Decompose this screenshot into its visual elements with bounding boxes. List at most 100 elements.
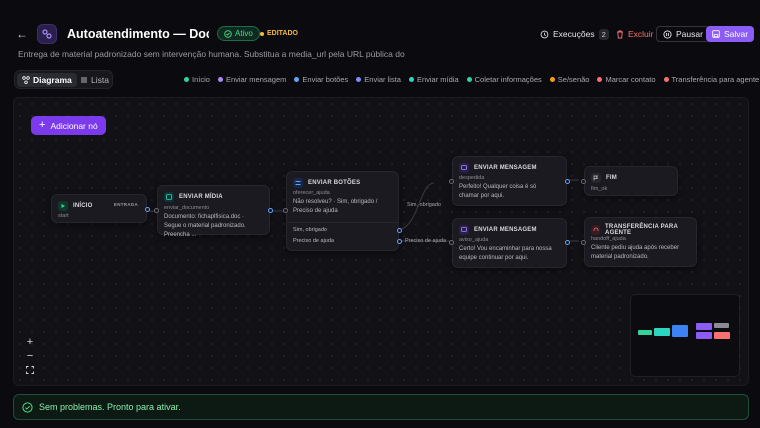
node-send-message-goodbye[interactable]: ENVIAR MENSAGEM despedida Perfeito! Qual… [449, 156, 570, 206]
page-title: Autoatendimento — Documer [67, 27, 209, 41]
legend-item: Coletar informações [466, 75, 542, 84]
legend-item: Enviar mídia [408, 75, 459, 84]
tab-list[interactable]: Lista [75, 73, 114, 87]
image-icon [164, 192, 174, 202]
minimap[interactable] [630, 294, 740, 377]
node-send-buttons-id: oferecer_ajuda [293, 190, 330, 196]
legend-label: Marcar contato [605, 75, 656, 84]
node-start-id: start [58, 213, 69, 219]
node-msg1-text: Perfeito! Qualquer coisa é só chamar por… [459, 184, 537, 199]
node-start-title: INÍCIO [73, 203, 93, 209]
legend-dot-icon [597, 77, 603, 82]
legend-label: Coletar informações [474, 75, 542, 84]
minimap-node-start [638, 330, 652, 335]
legend-item: Marcar contato [597, 75, 656, 84]
node-send-buttons-divider [287, 222, 398, 223]
legend-label: Enviar lista [364, 75, 401, 84]
button-option-yes: Sim, obrigado [293, 227, 327, 233]
executions-button[interactable]: Execuções 2 [534, 26, 615, 42]
node-start[interactable]: INÍCIO ENTRADA start [51, 194, 150, 223]
tab-diagram[interactable]: Diagrama [17, 73, 77, 87]
fit-view-button[interactable] [24, 365, 36, 377]
node-start-tag: ENTRADA [113, 202, 138, 207]
save-button[interactable]: Salvar [706, 26, 755, 42]
zoom-in-button[interactable]: + [24, 336, 36, 348]
buttons-icon [293, 178, 303, 188]
minimap-node-buttons [672, 325, 688, 337]
edited-badge-label: EDITADO [267, 30, 298, 37]
save-label: Salvar [724, 29, 749, 39]
legend-item: Enviar lista [356, 75, 401, 84]
tab-diagram-label: Diagrama [33, 75, 72, 85]
legend-dot-icon [663, 77, 669, 82]
zoom-out-button[interactable]: − [24, 350, 36, 362]
legend-item: Início [184, 75, 210, 84]
node-msg2-output-handle[interactable] [565, 240, 570, 245]
validation-status: Sem problemas. Pronto para ativar. [13, 394, 749, 420]
legend-label: Enviar botões [302, 75, 349, 84]
node-msg2-title: ENVIAR MENSAGEM [474, 227, 537, 233]
legend-item: Enviar mensagem [217, 75, 287, 84]
node-send-buttons[interactable]: ENVIAR BOTÕES oferecer_ajuda Não resolve… [283, 171, 402, 251]
legend-item: Se/senão [549, 75, 589, 84]
minimap-node-msg1 [696, 323, 712, 330]
trash-icon [617, 30, 623, 38]
fit-view-icon [26, 366, 34, 374]
node-msg1-output-handle[interactable] [565, 179, 570, 184]
node-type-legend: Início Enviar mensagem Enviar botões Enviar… [184, 75, 760, 84]
legend-label: Início [192, 75, 210, 84]
pause-button[interactable]: Pausar [656, 26, 710, 42]
edited-badge: EDITADO [260, 28, 298, 39]
button-option-help-handle[interactable] [397, 239, 402, 244]
node-send-buttons-input-handle[interactable] [283, 208, 288, 213]
list-icon [81, 77, 87, 83]
node-msg1-input-handle[interactable] [449, 179, 454, 184]
legend-item: Transferência para agente [663, 75, 760, 84]
node-msg2-id: aviso_ajuda [459, 237, 489, 243]
legend-dot-icon [466, 77, 472, 82]
node-msg2-input-handle[interactable] [449, 240, 454, 245]
node-end-id: fim_ok [591, 186, 608, 192]
headset-icon [591, 225, 601, 235]
minimap-node-msg2 [696, 332, 712, 339]
legend-dot-icon [408, 77, 414, 82]
minimap-node-end [714, 323, 729, 328]
node-msg1-id: despedida [459, 175, 485, 181]
message-icon [459, 225, 469, 235]
legend-dot-icon [294, 77, 300, 82]
flow-canvas[interactable]: + Adicionar nó INÍCIO ENTRADA start ENVI… [13, 97, 749, 386]
save-icon [712, 30, 720, 38]
workflow-icon [37, 24, 57, 44]
node-handoff-input-handle[interactable] [581, 240, 586, 245]
node-handoff-id: handoff_ajuda [591, 236, 626, 242]
diagram-icon [22, 76, 30, 84]
node-handoff[interactable]: TRANSFERÊNCIA PARA AGENTE handoff_ajuda … [581, 217, 697, 267]
status-badge-label: Ativo [235, 29, 253, 38]
history-icon [540, 30, 549, 38]
node-send-media[interactable]: ENVIAR MÍDIA enviar_documento Documento:… [154, 185, 273, 238]
plus-icon: + [26, 336, 34, 348]
view-tabs: Diagrama Lista [14, 70, 113, 89]
page-subtitle: Entrega de material padronizado sem inte… [18, 49, 405, 59]
legend-label: Enviar mensagem [225, 75, 287, 84]
node-end-input-handle[interactable] [581, 179, 586, 184]
node-send-media-input-handle[interactable] [154, 208, 159, 213]
node-end[interactable]: FIM fim_ok [581, 166, 678, 196]
flag-icon [591, 173, 601, 183]
node-send-message-help[interactable]: ENVIAR MENSAGEM aviso_ajuda Certo! Vou e… [449, 218, 570, 268]
legend-dot-icon [184, 77, 189, 82]
node-send-buttons-title: ENVIAR BOTÕES [308, 180, 361, 186]
status-badge: Ativo [217, 26, 260, 41]
legend-label: Transferência para agente [671, 75, 760, 84]
delete-button[interactable]: Excluir [610, 26, 660, 42]
button-option-yes-handle[interactable] [397, 228, 402, 233]
validation-message: Sem problemas. Pronto para ativar. [39, 402, 181, 412]
pause-icon [663, 29, 672, 39]
node-send-media-output-handle[interactable] [268, 208, 273, 213]
legend-dot-icon [217, 77, 223, 82]
delete-label: Excluir [628, 29, 654, 39]
legend-dot-icon [549, 77, 555, 82]
node-handoff-text: Cliente pediu ajuda após receber materia… [591, 245, 680, 260]
node-start-output-handle[interactable] [145, 207, 150, 212]
back-button[interactable]: ← [14, 26, 30, 42]
